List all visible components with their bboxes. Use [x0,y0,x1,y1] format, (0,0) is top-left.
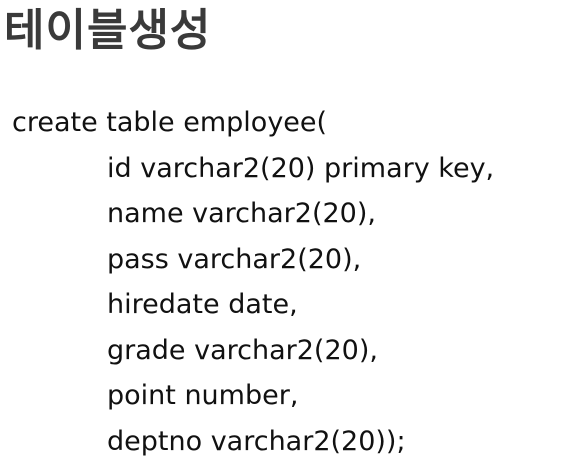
code-line: pass varchar2(20), [107,243,362,275]
code-line: hiredate date, [107,289,298,320]
sql-code-block: create table employee( id varchar2(20) p… [12,100,494,464]
code-line: deptno varchar2(20)); [107,425,406,457]
code-line: grade varchar2(20), [107,334,378,366]
code-line: point number, [107,380,299,411]
code-line: name varchar2(20), [107,198,376,229]
slide-title: 테이블생성 [4,5,212,56]
code-line: create table employee( [12,107,328,138]
code-line: id varchar2(20) primary key, [107,152,495,184]
